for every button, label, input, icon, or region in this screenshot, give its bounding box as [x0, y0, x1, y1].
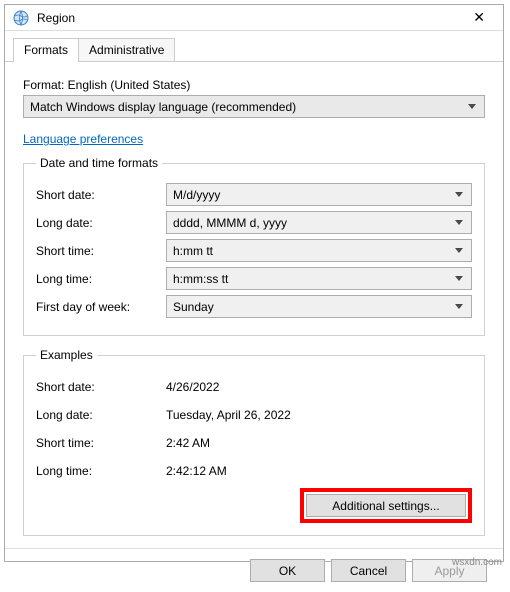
long-time-combo[interactable]: h:mm:ss tt	[166, 267, 472, 290]
ex-short-time-value: 2:42 AM	[166, 436, 472, 450]
additional-settings-button[interactable]: Additional settings...	[306, 494, 466, 517]
chevron-down-icon	[455, 248, 463, 253]
chevron-down-icon	[455, 220, 463, 225]
ex-long-date-value: Tuesday, April 26, 2022	[166, 408, 472, 422]
titlebar: Region ✕	[5, 5, 503, 31]
dialog-button-bar: OK Cancel Apply	[5, 548, 503, 592]
tab-formats[interactable]: Formats	[13, 38, 79, 62]
chevron-down-icon	[455, 276, 463, 281]
language-preferences-link[interactable]: Language preferences	[23, 132, 143, 146]
ok-button[interactable]: OK	[250, 559, 325, 582]
long-date-label: Long date:	[36, 216, 166, 230]
additional-settings-highlight: Additional settings...	[300, 488, 472, 523]
first-day-value: Sunday	[173, 300, 214, 314]
date-time-formats-group: Date and time formats Short date: M/d/yy…	[23, 156, 485, 336]
tab-strip: Formats Administrative	[5, 37, 503, 62]
short-time-label: Short time:	[36, 244, 166, 258]
short-date-combo[interactable]: M/d/yyyy	[166, 183, 472, 206]
examples-group: Examples Short date: 4/26/2022 Long date…	[23, 348, 485, 536]
globe-icon	[13, 10, 29, 26]
close-button[interactable]: ✕	[463, 5, 495, 30]
short-time-value: h:mm tt	[173, 244, 213, 258]
long-date-combo[interactable]: dddd, MMMM d, yyyy	[166, 211, 472, 234]
chevron-down-icon	[468, 104, 476, 109]
format-combo[interactable]: Match Windows display language (recommen…	[23, 95, 485, 118]
tab-administrative[interactable]: Administrative	[78, 38, 175, 61]
short-date-label: Short date:	[36, 188, 166, 202]
short-time-combo[interactable]: h:mm tt	[166, 239, 472, 262]
ex-short-time-label: Short time:	[36, 436, 166, 450]
short-date-value: M/d/yyyy	[173, 188, 220, 202]
long-date-value: dddd, MMMM d, yyyy	[173, 216, 287, 230]
long-time-label: Long time:	[36, 272, 166, 286]
ex-long-date-label: Long date:	[36, 408, 166, 422]
ex-short-date-label: Short date:	[36, 380, 166, 394]
watermark: wsxdn.com	[452, 557, 502, 568]
cancel-button[interactable]: Cancel	[331, 559, 406, 582]
tab-content: Format: English (United States) Match Wi…	[5, 62, 503, 548]
chevron-down-icon	[455, 192, 463, 197]
window-title: Region	[37, 11, 463, 25]
long-time-value: h:mm:ss tt	[173, 272, 228, 286]
region-dialog: Region ✕ Formats Administrative Format: …	[4, 4, 504, 562]
ex-long-time-label: Long time:	[36, 464, 166, 478]
format-combo-value: Match Windows display language (recommen…	[30, 100, 296, 114]
ex-short-date-value: 4/26/2022	[166, 380, 472, 394]
ex-long-time-value: 2:42:12 AM	[166, 464, 472, 478]
examples-legend: Examples	[36, 348, 97, 362]
chevron-down-icon	[455, 304, 463, 309]
first-day-combo[interactable]: Sunday	[166, 295, 472, 318]
format-label: Format: English (United States)	[23, 78, 485, 92]
date-time-formats-legend: Date and time formats	[36, 156, 162, 170]
first-day-label: First day of week:	[36, 300, 166, 314]
